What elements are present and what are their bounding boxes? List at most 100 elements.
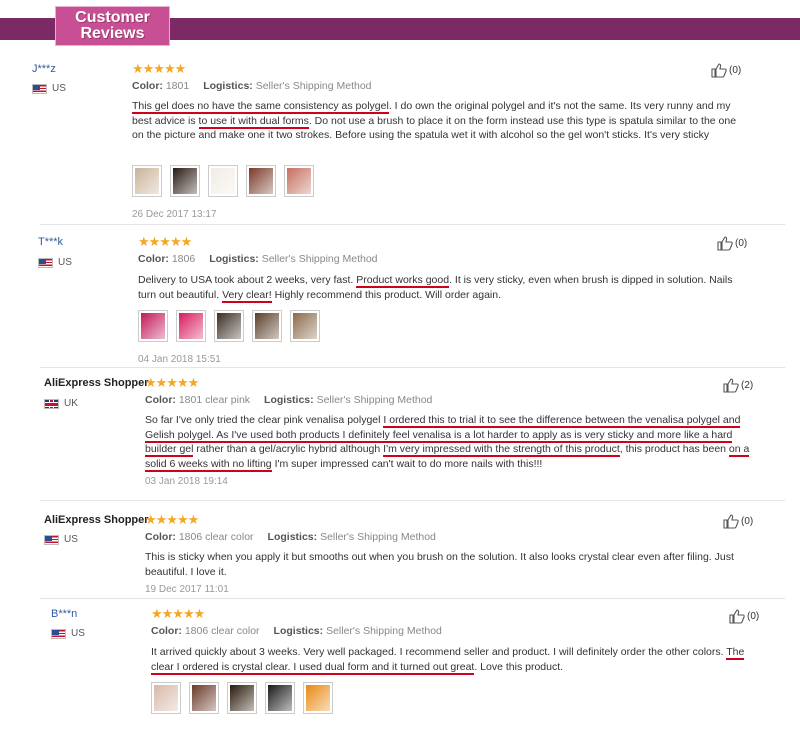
text-segment: Delivery to USA took about 2 weeks, very… [138, 274, 357, 286]
logistics-value: Seller's Shipping Method [326, 625, 442, 637]
text-segment: This is sticky when you apply it but smo… [145, 551, 734, 578]
reviewer-name[interactable]: J***z [32, 63, 56, 75]
country-code: UK [64, 398, 78, 409]
helpful-button[interactable]: (2) [723, 378, 753, 393]
color-value: 1806 clear color [184, 625, 260, 637]
thumbs-up-icon [723, 514, 739, 529]
reviewer-name[interactable]: B***n [51, 608, 77, 620]
review-text: Delivery to USA took about 2 weeks, very… [138, 273, 738, 303]
helpful-button[interactable]: (0) [723, 514, 753, 529]
review-photo-thumbnail[interactable] [252, 310, 282, 342]
star-rating: ★★★★★ [145, 375, 199, 390]
review-text: So far I've only tried the clear pink ve… [145, 413, 757, 472]
review-meta: Color: 1801 Logistics: Seller's Shipping … [132, 80, 372, 92]
reviewer-country: US [38, 257, 72, 268]
logistics-label: Logistics: [273, 625, 327, 637]
review-text: It arrived quickly about 3 weeks. Very w… [151, 645, 751, 675]
review-photo-thumbnail[interactable] [170, 165, 200, 197]
logistics-label: Logistics: [203, 80, 256, 92]
color-value: 1801 [165, 80, 190, 92]
review-photo-thumbnail[interactable] [290, 310, 320, 342]
review-photo-thumbnail[interactable] [176, 310, 206, 342]
helpful-count: (0) [735, 238, 748, 249]
helpful-button[interactable]: (0) [729, 609, 759, 624]
review-text: This gel does no have the same consisten… [132, 99, 747, 143]
review-photo-thumbnail[interactable] [214, 310, 244, 342]
review-date: 04 Jan 2018 15:51 [138, 354, 221, 365]
helpful-count: (2) [741, 380, 754, 391]
review-date: 03 Jan 2018 19:14 [145, 476, 228, 487]
helpful-button[interactable]: (0) [717, 236, 747, 251]
reviewer-name[interactable]: T***k [38, 236, 63, 248]
review-text: This is sticky when you apply it but smo… [145, 550, 757, 579]
country-code: US [58, 257, 72, 268]
logistics-label: Logistics: [267, 531, 321, 543]
review-photos [132, 165, 314, 197]
review-photos [138, 310, 320, 342]
highlighted-text: Very clear! [222, 288, 272, 303]
highlighted-text: Product works good [356, 274, 450, 288]
color-label: Color: [151, 625, 185, 637]
star-rating: ★★★★★ [138, 234, 192, 249]
text-segment: rather than a gel/acrylic hybrid althoug… [193, 443, 384, 455]
us-flag-icon [51, 628, 66, 639]
reviewer-name: AliExpress Shopper [44, 514, 149, 526]
thumbs-up-icon [723, 378, 739, 393]
review-divider [40, 598, 785, 599]
text-segment: So far I've only tried the clear pink ve… [145, 414, 384, 426]
logistics-value: Seller's Shipping Method [261, 253, 378, 265]
color-value: 1806 clear color [178, 531, 254, 543]
text-segment: . Love this product. [474, 660, 564, 673]
review-divider [40, 224, 785, 225]
country-code: US [52, 83, 66, 94]
highlighted-text: This gel does no have the same consisten… [132, 100, 389, 114]
text-segment: Highly recommend this product. Will orde… [271, 288, 502, 301]
color-value: 1801 clear pink [178, 394, 251, 406]
badge-line-2: Reviews [80, 25, 145, 42]
review-date: 26 Dec 2017 13:17 [132, 209, 217, 220]
review-photo-thumbnail[interactable] [265, 682, 295, 714]
review-photo-thumbnail[interactable] [246, 165, 276, 197]
color-label: Color: [132, 80, 166, 92]
review-photo-thumbnail[interactable] [151, 682, 181, 714]
reviewer-country: UK [44, 398, 78, 409]
text-segment: It arrived quickly about 3 weeks. Very w… [151, 646, 727, 658]
star-rating: ★★★★★ [151, 606, 205, 621]
customer-reviews-badge: Customer Reviews [55, 6, 170, 46]
text-segment: I'm super impressed can't wait to do mor… [271, 457, 543, 470]
helpful-button[interactable]: (0) [711, 63, 741, 78]
review-photo-thumbnail[interactable] [284, 165, 314, 197]
us-flag-icon [32, 83, 47, 94]
review-photo-thumbnail[interactable] [303, 682, 333, 714]
reviewer-country: US [51, 628, 85, 639]
review-photo-thumbnail[interactable] [189, 682, 219, 714]
star-rating: ★★★★★ [145, 512, 199, 527]
review-meta: Color: 1801 clear pink Logistics: Seller'… [145, 394, 432, 406]
star-rating: ★★★★★ [132, 61, 186, 76]
review-divider [40, 500, 785, 501]
review-divider [40, 367, 785, 368]
review-meta: Color: 1806 clear color Logistics: Seller… [151, 625, 442, 637]
logistics-label: Logistics: [264, 394, 317, 406]
color-label: Color: [145, 531, 179, 543]
logistics-value: Seller's Shipping Method [320, 531, 436, 543]
reviewer-country: US [32, 83, 66, 94]
helpful-count: (0) [729, 65, 742, 76]
review-photo-thumbnail[interactable] [227, 682, 257, 714]
country-code: US [71, 628, 85, 639]
review-photo-thumbnail[interactable] [132, 165, 162, 197]
country-code: US [64, 534, 78, 545]
review-meta: Color: 1806 Logistics: Seller's Shipping … [138, 253, 378, 265]
review-photo-thumbnail[interactable] [138, 310, 168, 342]
thumbs-up-icon [711, 63, 727, 78]
review-photo-thumbnail[interactable] [208, 165, 238, 197]
highlighted-text: I'm very impressed with the strength of … [383, 443, 620, 457]
thumbs-up-icon [717, 236, 733, 251]
helpful-count: (0) [747, 611, 760, 622]
highlighted-text: to use it with dual forms [198, 114, 309, 129]
reviewer-name: AliExpress Shopper [44, 377, 149, 389]
review-photos [151, 682, 333, 714]
badge-line-1: Customer [75, 9, 150, 26]
reviewer-country: US [44, 534, 78, 545]
review-date: 19 Dec 2017 11:01 [145, 584, 229, 595]
